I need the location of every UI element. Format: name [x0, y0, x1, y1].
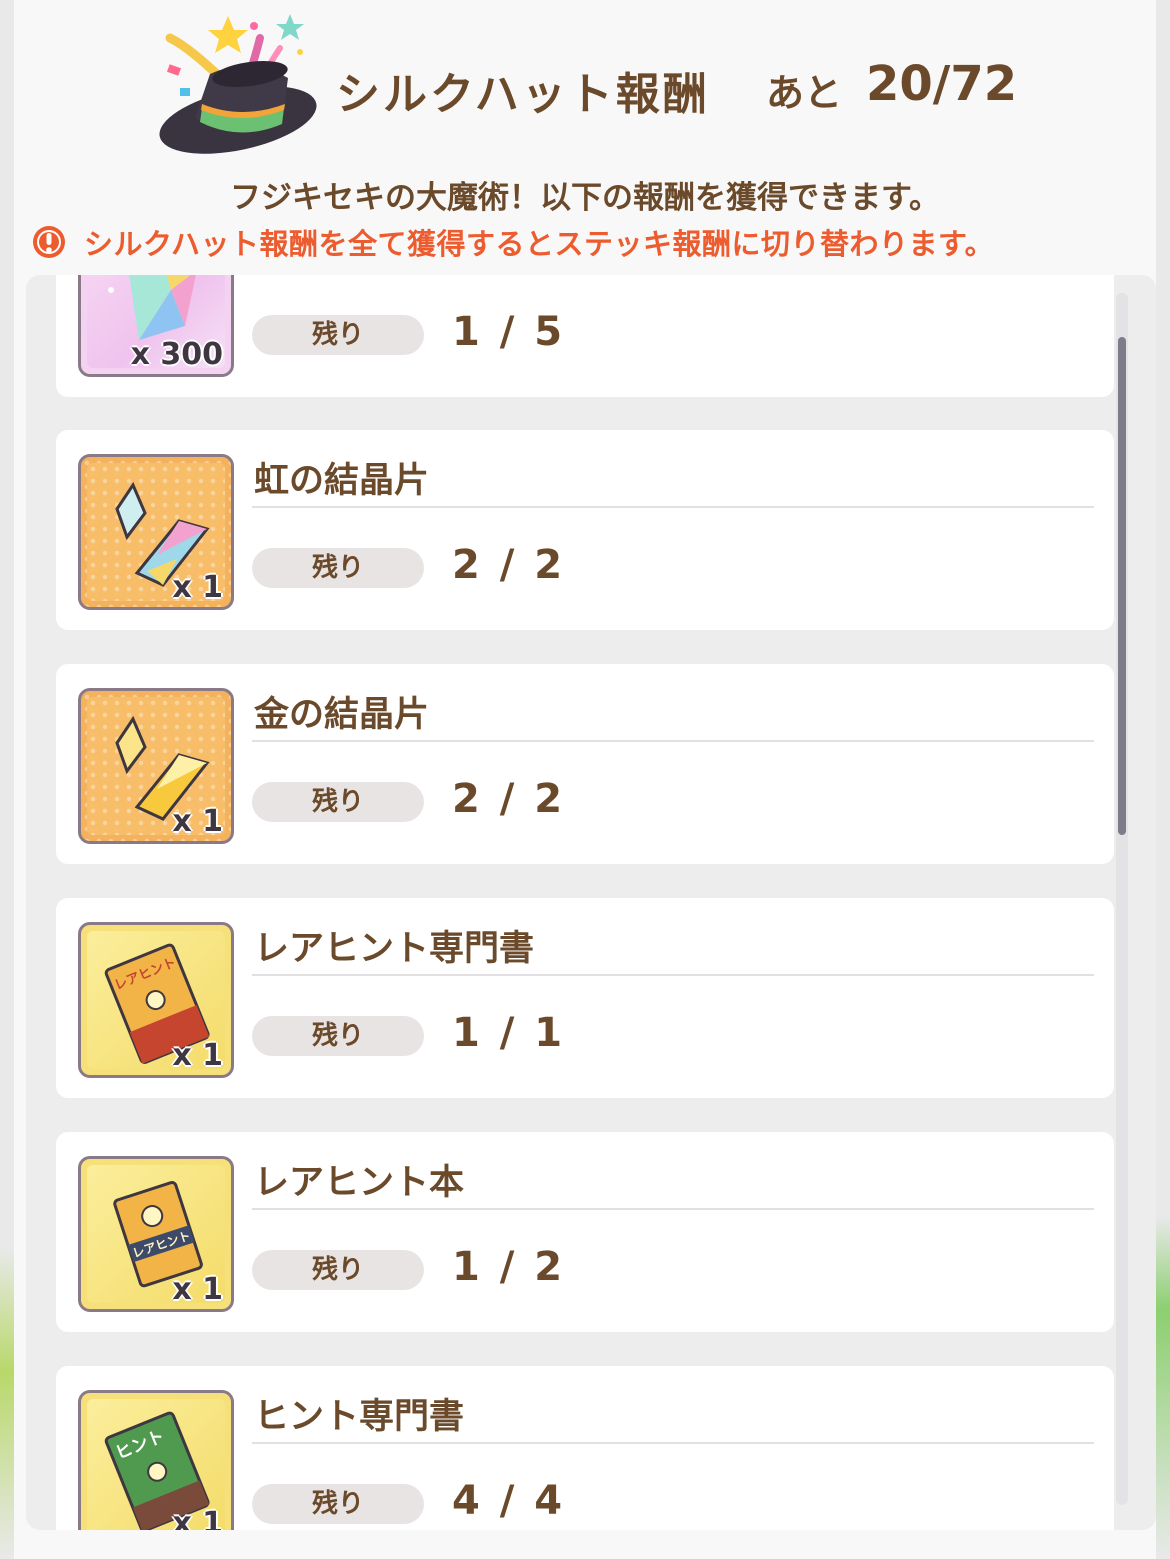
- item-name: レアヒント専門書: [254, 929, 535, 969]
- remaining-pill: 残り: [252, 548, 424, 588]
- item-quantity: x 1: [172, 570, 223, 605]
- card-divider: [252, 974, 1094, 976]
- remaining-pill: 残り: [252, 1484, 424, 1524]
- rainbow-crystal-shard-icon: x 1: [78, 454, 234, 610]
- reward-card: x 300 残り 1 / 5: [56, 275, 1114, 397]
- background-edge-right: [1156, 0, 1170, 1559]
- remaining-count: 2 / 2: [452, 776, 566, 822]
- item-name: 金の結晶片: [254, 695, 430, 735]
- background-edge-left: [0, 0, 14, 1559]
- warning-text: シルクハット報酬を全て獲得するとステッキ報酬に切り替わります。: [84, 227, 995, 261]
- silk-hat-icon: [159, 14, 317, 154]
- remaining-pill: 残り: [252, 782, 424, 822]
- rare-hint-book-icon: レアヒント x 1: [78, 1156, 234, 1312]
- item-name: レアヒント本: [254, 1163, 465, 1203]
- subtitle-text: フジキセキの大魔術！以下の報酬を獲得できます。: [230, 180, 940, 216]
- remaining-label: あと: [766, 71, 843, 115]
- item-quantity: x 300: [130, 337, 223, 372]
- reward-card: レアヒント x 1 レアヒント本 残り 1 / 2: [56, 1132, 1114, 1332]
- reward-panel: シルクハット報酬 あと 20/72 フジキセキの大魔術！以下の報酬を獲得できます…: [14, 0, 1156, 1559]
- item-name: ヒント専門書: [254, 1397, 465, 1437]
- hint-textbook-icon: ヒント x 1: [78, 1390, 234, 1530]
- remaining-pill: 残り: [252, 1250, 424, 1290]
- remaining-pill: 残り: [252, 1016, 424, 1056]
- card-divider: [252, 740, 1094, 742]
- card-divider: [252, 1208, 1094, 1210]
- item-quantity: x 1: [172, 1038, 223, 1073]
- warning-notice: シルクハット報酬を全て獲得するとステッキ報酬に切り替わります。: [32, 222, 1142, 262]
- item-name: 虹の結晶片: [254, 461, 430, 501]
- remaining-count: 4 / 4: [452, 1478, 566, 1524]
- item-quantity: x 1: [172, 1272, 223, 1307]
- remaining-count: 1 / 1: [452, 1010, 566, 1056]
- item-quantity: x 1: [172, 804, 223, 839]
- remaining-count: 2 / 2: [452, 542, 566, 588]
- card-divider: [252, 1442, 1094, 1444]
- remaining-counter: 20/72: [866, 56, 1018, 112]
- reward-card: x 1 金の結晶片 残り 2 / 2: [56, 664, 1114, 864]
- reward-card: ヒント x 1 ヒント専門書 残り 4 / 4: [56, 1366, 1114, 1530]
- scrollbar-thumb[interactable]: [1118, 337, 1126, 835]
- panel-header: シルクハット報酬 あと 20/72 フジキセキの大魔術！以下の報酬を獲得できます…: [14, 0, 1156, 275]
- rainbow-crystal-bundle-icon: x 300: [78, 275, 234, 377]
- remaining-count: 1 / 5: [452, 309, 566, 355]
- remaining-pill: 残り: [252, 315, 424, 355]
- reward-card: x 1 虹の結晶片 残り 2 / 2: [56, 430, 1114, 630]
- exclamation-circle-icon: [33, 226, 65, 258]
- reward-list[interactable]: x 300 残り 1 / 5 x 1 虹の結晶片 残り 2 / 2 x 1 金の…: [26, 275, 1156, 1530]
- remaining-count: 1 / 2: [452, 1244, 566, 1290]
- item-quantity: x 1: [172, 1506, 223, 1530]
- reward-card: レアヒント x 1 レアヒント専門書 残り 1 / 1: [56, 898, 1114, 1098]
- gold-crystal-shard-icon: x 1: [78, 688, 234, 844]
- page-title: シルクハット報酬: [336, 69, 710, 120]
- card-divider: [252, 506, 1094, 508]
- rare-hint-textbook-icon: レアヒント x 1: [78, 922, 234, 1078]
